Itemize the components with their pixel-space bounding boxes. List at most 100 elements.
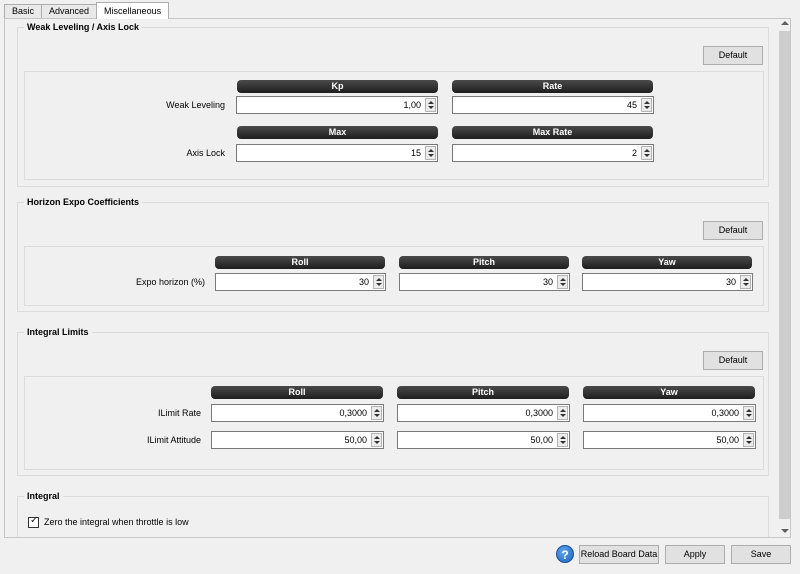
scroll-down-arrow-icon[interactable] (781, 529, 789, 533)
reload-board-data-button[interactable]: Reload Board Data (579, 545, 659, 564)
spinbox-value: 45 (626, 100, 637, 110)
ilimit-attitude-label: ILimit Attitude (146, 435, 201, 445)
help-icon[interactable]: ? (556, 545, 574, 563)
spinbox-value: 2 (631, 148, 637, 158)
apply-button[interactable]: Apply (665, 545, 725, 564)
vertical-scrollbar[interactable] (778, 19, 790, 537)
spin-down-icon[interactable] (376, 283, 382, 286)
spinbox-arrows[interactable] (641, 98, 652, 112)
horizon-expo-title: Horizon Expo Coefficients (24, 197, 143, 207)
axis-lock-max-rate-spinbox[interactable]: 2 (452, 144, 654, 162)
integral-group: Integral ✓ Zero the integral when thrott… (17, 491, 769, 537)
header-yaw: Yaw (582, 256, 752, 269)
ilimit-rate-pitch-spinbox[interactable]: 0,3000 (397, 404, 570, 422)
tab-panel: Weak Leveling / Axis Lock Default Kp Rat… (4, 18, 791, 538)
spinbox-value: 0,3000 (711, 408, 739, 418)
horizon-expo-default-button[interactable]: Default (703, 221, 763, 240)
ilimit-attitude-roll-spinbox[interactable]: 50,00 (211, 431, 384, 449)
spin-up-icon[interactable] (644, 101, 650, 104)
spin-down-icon[interactable] (560, 414, 566, 417)
integral-limits-inner: Roll Pitch Yaw ILimit Rate 0,3000 0,3000… (24, 376, 764, 470)
spin-up-icon[interactable] (746, 436, 752, 439)
spin-up-icon[interactable] (374, 436, 380, 439)
integral-limits-group: Integral Limits Default Roll Pitch Yaw I… (17, 327, 769, 476)
spin-down-icon[interactable] (428, 154, 434, 157)
zero-integral-checkbox[interactable]: ✓ (28, 515, 39, 528)
axis-lock-max-spinbox[interactable]: 15 (236, 144, 438, 162)
spin-down-icon[interactable] (746, 414, 752, 417)
weak-leveling-title: Weak Leveling / Axis Lock (24, 22, 143, 32)
expo-roll-spinbox[interactable]: 30 (215, 273, 386, 291)
spinbox-arrows[interactable] (425, 146, 436, 160)
spinbox-arrows[interactable] (743, 433, 754, 447)
horizon-expo-group: Horizon Expo Coefficients Default Roll P… (17, 197, 769, 312)
weak-leveling-inner: Kp Rate Weak Leveling 1,00 45 Max Max Ra… (24, 71, 764, 180)
zero-integral-label[interactable]: Zero the integral when throttle is low (44, 516, 189, 529)
spin-down-icon[interactable] (644, 154, 650, 157)
spinbox-arrows[interactable] (557, 275, 568, 289)
expo-pitch-spinbox[interactable]: 30 (399, 273, 570, 291)
spinbox-arrows[interactable] (425, 98, 436, 112)
spinbox-value: 0,3000 (339, 408, 367, 418)
spin-down-icon[interactable] (644, 106, 650, 109)
scroll-up-arrow-icon[interactable] (781, 21, 789, 25)
spin-up-icon[interactable] (560, 278, 566, 281)
tab-bar: Basic Advanced Miscellaneous (4, 2, 170, 19)
spinbox-arrows[interactable] (557, 433, 568, 447)
spin-up-icon[interactable] (644, 149, 650, 152)
spinbox-arrows[interactable] (371, 433, 382, 447)
spin-down-icon[interactable] (374, 414, 380, 417)
spinbox-arrows[interactable] (743, 406, 754, 420)
weak-leveling-default-button[interactable]: Default (703, 46, 763, 65)
ilimit-attitude-pitch-spinbox[interactable]: 50,00 (397, 431, 570, 449)
tab-advanced[interactable]: Advanced (41, 4, 98, 19)
header-roll: Roll (215, 256, 385, 269)
spin-down-icon[interactable] (428, 106, 434, 109)
scroll-thumb[interactable] (779, 31, 790, 519)
spin-up-icon[interactable] (560, 436, 566, 439)
tab-basic[interactable]: Basic (4, 4, 43, 19)
spin-down-icon[interactable] (560, 441, 566, 444)
header-rate: Rate (452, 80, 653, 93)
integral-limits-default-button[interactable]: Default (703, 351, 763, 370)
spin-up-icon[interactable] (376, 278, 382, 281)
header-max-rate: Max Rate (452, 126, 653, 139)
spinbox-arrows[interactable] (373, 275, 384, 289)
spinbox-value: 1,00 (403, 100, 421, 110)
spinbox-value: 0,3000 (525, 408, 553, 418)
spinbox-value: 30 (358, 277, 369, 287)
spin-down-icon[interactable] (743, 283, 749, 286)
header-roll: Roll (211, 386, 383, 399)
spin-up-icon[interactable] (746, 409, 752, 412)
spinbox-value: 50,00 (716, 435, 739, 445)
spin-up-icon[interactable] (560, 409, 566, 412)
spinbox-value: 50,00 (530, 435, 553, 445)
header-max: Max (237, 126, 438, 139)
expo-yaw-spinbox[interactable]: 30 (582, 273, 753, 291)
spin-down-icon[interactable] (560, 283, 566, 286)
spin-down-icon[interactable] (746, 441, 752, 444)
header-kp: Kp (237, 80, 438, 93)
spin-up-icon[interactable] (428, 101, 434, 104)
ilimit-rate-roll-spinbox[interactable]: 0,3000 (211, 404, 384, 422)
spin-up-icon[interactable] (428, 149, 434, 152)
spin-up-icon[interactable] (743, 278, 749, 281)
spin-down-icon[interactable] (374, 441, 380, 444)
spinbox-arrows[interactable] (557, 406, 568, 420)
spinbox-arrows[interactable] (641, 146, 652, 160)
spin-up-icon[interactable] (374, 409, 380, 412)
ilimit-rate-yaw-spinbox[interactable]: 0,3000 (583, 404, 756, 422)
expo-horizon-label: Expo horizon (%) (135, 277, 205, 287)
weak-leveling-group: Weak Leveling / Axis Lock Default Kp Rat… (17, 22, 769, 187)
spinbox-arrows[interactable] (371, 406, 382, 420)
integral-limits-title: Integral Limits (24, 327, 92, 337)
spinbox-arrows[interactable] (740, 275, 751, 289)
spinbox-value: 15 (410, 148, 421, 158)
weak-leveling-rate-spinbox[interactable]: 45 (452, 96, 654, 114)
header-pitch: Pitch (397, 386, 569, 399)
tab-miscellaneous[interactable]: Miscellaneous (96, 2, 170, 19)
ilimit-attitude-yaw-spinbox[interactable]: 50,00 (583, 431, 756, 449)
weak-leveling-kp-spinbox[interactable]: 1,00 (236, 96, 438, 114)
ilimit-rate-label: ILimit Rate (157, 408, 201, 418)
save-button[interactable]: Save (731, 545, 791, 564)
